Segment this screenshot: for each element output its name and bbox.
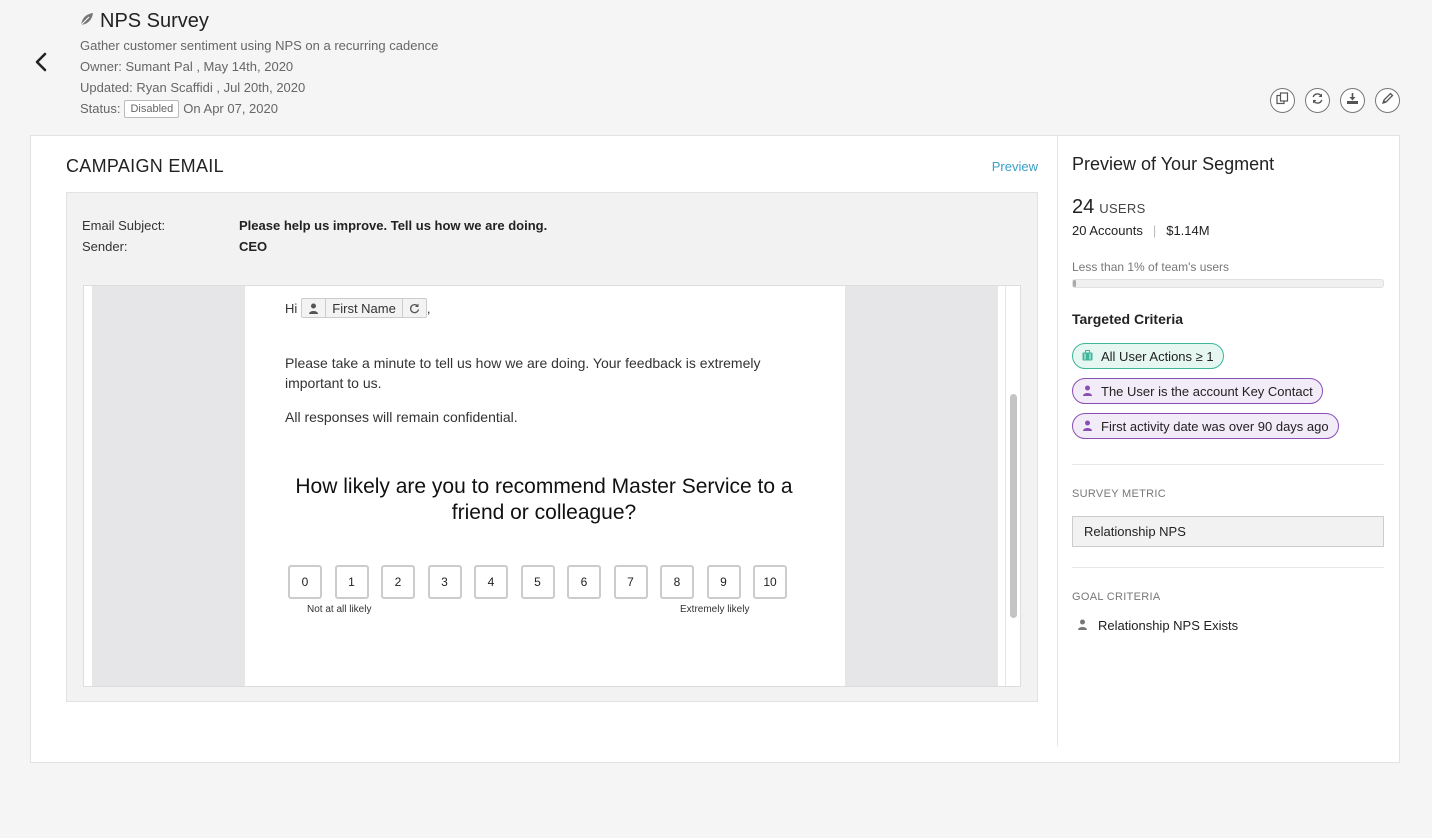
intro-paragraph: Please take a minute to tell us how we a… (285, 355, 761, 391)
goal-criteria-label: Relationship NPS Exists (1098, 618, 1239, 633)
section-title: CAMPAIGN EMAIL (66, 156, 224, 176)
separator: | (1152, 223, 1157, 238)
download-icon (1346, 92, 1359, 110)
status-row: Status: Disabled On Apr 07, 2020 (80, 98, 438, 119)
percent-bar-fill (1073, 280, 1077, 287)
greeting: Hi First Name , (285, 298, 430, 318)
action-toolbar (1270, 88, 1400, 113)
person-icon (1082, 384, 1093, 399)
accounts-count: 20 Accounts (1072, 223, 1143, 238)
criteria-chip-first-activity[interactable]: First activity date was over 90 days ago (1072, 413, 1339, 439)
goal-criteria-title: GOAL CRITERIA (1072, 591, 1161, 603)
percent-bar (1072, 279, 1384, 288)
divider (1057, 136, 1058, 746)
leaf-icon (80, 12, 94, 31)
criteria-label: All User Actions ≥ 1 (1101, 348, 1214, 364)
criteria-label: The User is the account Key Contact (1101, 383, 1313, 399)
status-label: Status: (80, 101, 121, 116)
sender-label: Sender: (82, 239, 128, 254)
scale-low-label: Not at all likely (307, 604, 372, 615)
greeting-suffix: , (426, 300, 431, 316)
preview-link[interactable]: Preview (992, 159, 1038, 174)
sender-value: CEO (239, 239, 268, 254)
nps-question: How likely are you to recommend Master S… (295, 475, 793, 524)
users-count: 24 (1072, 196, 1095, 218)
criteria-chip-user-actions[interactable]: All User Actions ≥ 1 (1072, 343, 1224, 369)
divider (1072, 567, 1384, 568)
page-header: NPS Survey Gather customer sentiment usi… (80, 8, 438, 119)
refresh-icon[interactable] (401, 299, 426, 317)
criteria-title: Targeted Criteria (1072, 311, 1183, 327)
subject-label: Email Subject: (82, 218, 166, 233)
divider (1072, 464, 1384, 465)
email-body: Hi First Name , Please take a minute to … (245, 286, 845, 686)
users-label: USERS (1099, 201, 1146, 216)
refresh-icon (1311, 92, 1324, 110)
page-title: NPS Survey (100, 9, 209, 32)
email-preview-frame: Hi First Name , Please take a minute to … (83, 285, 1021, 687)
main-card: CAMPAIGN EMAIL Preview Email Subject: Pl… (30, 135, 1400, 763)
greeting-text: Hi (285, 300, 298, 316)
status-date: On Apr 07, 2020 (183, 101, 278, 116)
survey-metric-title: SURVEY METRIC (1072, 488, 1166, 500)
scrollbar-thumb[interactable] (1010, 394, 1017, 618)
edit-icon (1381, 92, 1394, 110)
owner-info: Owner: Sumant Pal , May 14th, 2020 (80, 59, 294, 74)
nps-score-0[interactable]: 0 (288, 565, 322, 599)
percent-label: Less than 1% of team's users (1072, 260, 1230, 274)
status-badge: Disabled (124, 99, 180, 118)
person-icon (1077, 618, 1088, 633)
edit-button[interactable] (1375, 88, 1400, 113)
nps-score-7[interactable]: 7 (613, 565, 648, 599)
download-button[interactable] (1340, 88, 1365, 113)
nps-score-1[interactable]: 1 (334, 565, 369, 599)
nps-score-8[interactable]: 8 (660, 565, 694, 599)
nps-score-9[interactable]: 9 (706, 565, 741, 599)
subject-value: Please help us improve. Tell us how we a… (239, 218, 548, 233)
refresh-button[interactable] (1305, 88, 1330, 113)
person-icon (302, 299, 325, 317)
arr-value: $1.14M (1166, 223, 1210, 238)
updated-info: Updated: Ryan Scaffidi , Jul 20th, 2020 (80, 80, 306, 95)
nps-score-5[interactable]: 5 (520, 565, 555, 599)
users-count-row: 24 USERS (1072, 196, 1146, 219)
survey-metric-field[interactable]: Relationship NPS (1072, 516, 1384, 547)
briefcase-icon (1082, 349, 1093, 364)
nps-score-6[interactable]: 6 (567, 565, 601, 599)
nps-score-4[interactable]: 4 (474, 565, 508, 599)
clone-button[interactable] (1270, 88, 1295, 113)
nps-score-3[interactable]: 3 (427, 565, 462, 599)
confidential-paragraph: All responses will remain confidential. (285, 409, 518, 425)
email-meta: Email Subject: Please help us improve. T… (82, 215, 547, 257)
criteria-label: First activity date was over 90 days ago (1101, 418, 1329, 434)
preview-scrollbar[interactable] (1005, 286, 1020, 686)
merge-field-label: First Name (325, 299, 402, 317)
accounts-row: 20 Accounts | $1.14M (1072, 223, 1210, 238)
criteria-chip-key-contact[interactable]: The User is the account Key Contact (1072, 378, 1323, 404)
survey-description: Gather customer sentiment using NPS on a… (80, 38, 439, 53)
goal-criteria-item: Relationship NPS Exists (1077, 618, 1238, 633)
nps-scale: 0 1 2 3 4 5 6 7 8 9 10 (288, 565, 787, 599)
email-panel: Email Subject: Please help us improve. T… (66, 192, 1038, 702)
clone-icon (1276, 91, 1289, 110)
merge-field-tag[interactable]: First Name (301, 298, 427, 318)
segment-title: Preview of Your Segment (1072, 154, 1275, 174)
scale-high-label: Extremely likely (680, 604, 750, 615)
nps-score-2[interactable]: 2 (381, 565, 415, 599)
back-arrow-icon[interactable] (30, 50, 54, 74)
nps-score-10[interactable]: 10 (753, 565, 787, 599)
person-icon (1082, 419, 1093, 434)
